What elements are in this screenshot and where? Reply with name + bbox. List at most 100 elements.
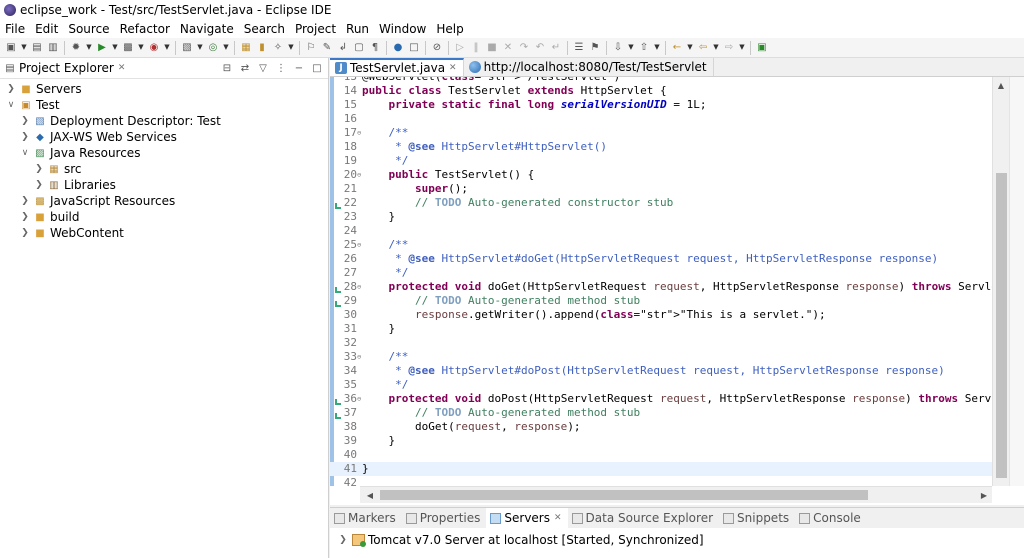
code-line[interactable]: 28 ⊖ protected void doGet(HttpServletRequ…: [330, 280, 992, 294]
back-dropdown-icon[interactable]: ▼: [712, 41, 720, 55]
word-wrap-icon[interactable]: ↲: [336, 41, 350, 55]
server-list-item[interactable]: ❯ Tomcat v7.0 Server at localhost [Start…: [338, 532, 704, 548]
minimize-icon[interactable]: −: [292, 61, 306, 75]
tab-project-explorer[interactable]: ▤ Project Explorer ✕: [0, 58, 129, 79]
show-annotation-icon[interactable]: ⚑: [588, 41, 602, 55]
run-server-dropdown-icon[interactable]: ▼: [137, 41, 145, 55]
tree-item[interactable]: ∨ ▨ Java Resources: [0, 145, 328, 161]
external-tools-icon[interactable]: ◉: [147, 41, 161, 55]
last-edit-dropdown-icon[interactable]: ▼: [686, 41, 694, 55]
chevron-right-icon[interactable]: ❯: [20, 196, 30, 206]
code-line[interactable]: 24: [330, 224, 992, 238]
new-java-class-icon[interactable]: ◎: [206, 41, 220, 55]
suspend-icon[interactable]: ‖: [469, 41, 483, 55]
tree-item[interactable]: ❯ ■ WebContent: [0, 225, 328, 241]
run-dropdown-icon[interactable]: ▼: [111, 41, 119, 55]
close-icon[interactable]: ✕: [118, 63, 126, 73]
search-dropdown-icon[interactable]: ▼: [287, 41, 295, 55]
tree-item[interactable]: ❯ ■ Servers: [0, 81, 328, 97]
chevron-right-icon[interactable]: ❯: [20, 228, 30, 238]
chevron-right-icon[interactable]: ❯: [20, 132, 30, 142]
chevron-down-icon[interactable]: ∨: [6, 100, 16, 110]
code-line[interactable]: 27 */: [330, 266, 992, 280]
new-dropdown-icon[interactable]: ▼: [20, 41, 28, 55]
code-line[interactable]: 14 public class TestServlet extends HttpS…: [330, 84, 992, 98]
chevron-right-icon[interactable]: ❯: [34, 180, 44, 190]
resume-icon[interactable]: ▷: [453, 41, 467, 55]
menu-refactor[interactable]: Refactor: [115, 22, 175, 36]
open-perspective-icon[interactable]: ▣: [755, 41, 769, 55]
tab-console[interactable]: Console: [795, 508, 867, 528]
code-line[interactable]: 42: [330, 476, 992, 486]
menu-help[interactable]: Help: [431, 22, 468, 36]
toggle-breadcrumb-icon[interactable]: ⚐: [304, 41, 318, 55]
menu-search[interactable]: Search: [239, 22, 290, 36]
maximize-icon[interactable]: □: [310, 61, 324, 75]
tab-properties[interactable]: Properties: [402, 508, 487, 528]
menu-window[interactable]: Window: [374, 22, 431, 36]
filter-icon[interactable]: ▽: [256, 61, 270, 75]
code-line[interactable]: 35 */: [330, 378, 992, 392]
chevron-down-icon[interactable]: ∨: [20, 148, 30, 158]
code-line[interactable]: 23 }: [330, 210, 992, 224]
run-server-icon[interactable]: ▩: [121, 41, 135, 55]
code-line[interactable]: 16: [330, 112, 992, 126]
chevron-right-icon[interactable]: ❯: [20, 212, 30, 222]
skip-breakpoints-icon[interactable]: ⊘: [430, 41, 444, 55]
view-menu-icon[interactable]: ⋮: [274, 61, 288, 75]
external-tools-dropdown-icon[interactable]: ▼: [163, 41, 171, 55]
terminate-icon[interactable]: ■: [485, 41, 499, 55]
tree-item[interactable]: ❯ ▦ src: [0, 161, 328, 177]
close-icon[interactable]: ✕: [554, 513, 562, 523]
code-line[interactable]: 33 ⊖ /**: [330, 350, 992, 364]
disconnect-icon[interactable]: ✕: [501, 41, 515, 55]
show-whitespace-icon[interactable]: ¶: [368, 41, 382, 55]
tree-item[interactable]: ❯ ◆ JAX-WS Web Services: [0, 129, 328, 145]
code-line[interactable]: 34 * @see HttpServlet#doPost(HttpServlet…: [330, 364, 992, 378]
close-icon[interactable]: ✕: [449, 63, 457, 73]
menu-navigate[interactable]: Navigate: [175, 22, 239, 36]
tree-item[interactable]: ❯ ▥ Libraries: [0, 177, 328, 193]
horizontal-scrollbar[interactable]: ◀ ▶: [360, 486, 992, 503]
code-line[interactable]: 13 @WebServlet(class="str">"/TestServlet"…: [330, 77, 992, 84]
scrollbar-thumb[interactable]: [996, 173, 1007, 478]
chevron-right-icon[interactable]: ❯: [6, 84, 16, 94]
previous-annotation-icon[interactable]: ⇧: [637, 41, 651, 55]
scrollbar-thumb[interactable]: [380, 490, 868, 500]
code-line[interactable]: 37 // TODO Auto-generated method stub: [330, 406, 992, 420]
debug-dropdown-icon[interactable]: ▼: [85, 41, 93, 55]
search-icon[interactable]: ✧: [271, 41, 285, 55]
save-all-icon[interactable]: ▥: [46, 41, 60, 55]
tree-item[interactable]: ❯ ■ build: [0, 209, 328, 225]
code-line[interactable]: 36 ⊖ protected void doPost(HttpServletReq…: [330, 392, 992, 406]
code-line[interactable]: 29 // TODO Auto-generated method stub: [330, 294, 992, 308]
task-list-icon[interactable]: ☰: [572, 41, 586, 55]
code-line[interactable]: 31 }: [330, 322, 992, 336]
code-line[interactable]: 40: [330, 448, 992, 462]
overview-ruler[interactable]: [1009, 77, 1024, 486]
collapse-all-icon[interactable]: ⊟: [220, 61, 234, 75]
new-class-dropdown-icon[interactable]: ▼: [222, 41, 230, 55]
step-return-icon[interactable]: ↵: [549, 41, 563, 55]
code-line[interactable]: 39 }: [330, 434, 992, 448]
run-icon[interactable]: ▶: [95, 41, 109, 55]
next-annotation-dropdown-icon[interactable]: ▼: [627, 41, 635, 55]
code-editor[interactable]: 13 @WebServlet(class="str">"/TestServlet"…: [330, 77, 992, 486]
tab-browser-url[interactable]: http://localhost:8080/Test/TestServlet: [464, 58, 714, 76]
code-line[interactable]: 32: [330, 336, 992, 350]
open-type-icon[interactable]: ▦: [239, 41, 253, 55]
scroll-left-icon[interactable]: ◀: [362, 487, 378, 503]
mark-occurrences-icon[interactable]: ✎: [320, 41, 334, 55]
code-line[interactable]: 22 // TODO Auto-generated constructor st…: [330, 196, 992, 210]
step-into-icon[interactable]: ↷: [517, 41, 531, 55]
web-browser-icon[interactable]: ●: [391, 41, 405, 55]
code-line[interactable]: 18 * @see HttpServlet#HttpServlet(): [330, 140, 992, 154]
monitor-icon[interactable]: □: [407, 41, 421, 55]
code-line[interactable]: 19 */: [330, 154, 992, 168]
tab-testservlet-java[interactable]: J TestServlet.java ✕: [330, 58, 464, 76]
forward-icon[interactable]: ⇨: [722, 41, 736, 55]
debug-icon[interactable]: ✹: [69, 41, 83, 55]
code-line[interactable]: 17 ⊖ /**: [330, 126, 992, 140]
new-server-dropdown-icon[interactable]: ▼: [196, 41, 204, 55]
tree-item[interactable]: ❯ ▩ JavaScript Resources: [0, 193, 328, 209]
